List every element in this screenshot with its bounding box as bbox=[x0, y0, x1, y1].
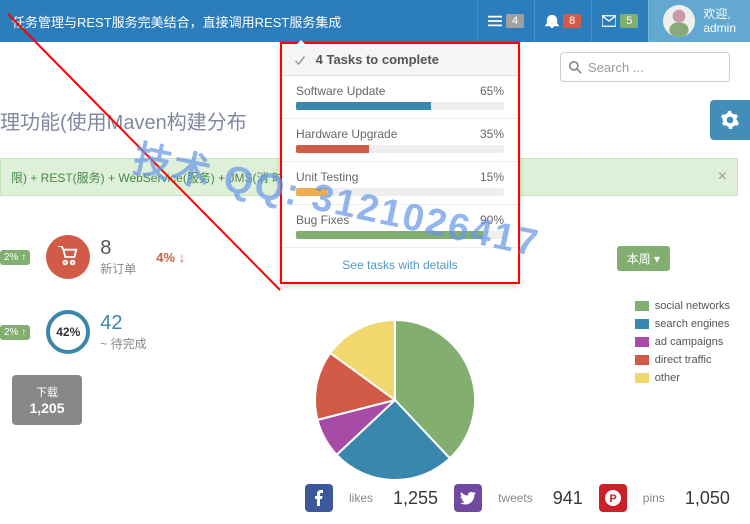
download-widget[interactable]: 下载 1,205 bbox=[12, 375, 82, 425]
legend-item: other bbox=[635, 372, 730, 384]
tasks-dropdown: 4 Tasks to complete Software Update 65% Ha… bbox=[280, 42, 520, 284]
pi-count: 1,050 bbox=[685, 488, 730, 509]
orders-label: 新订单 bbox=[100, 260, 136, 277]
svg-text:P: P bbox=[609, 493, 616, 505]
user-menu[interactable]: 欢迎, admin bbox=[648, 0, 750, 42]
tasks-header: 4 Tasks to complete bbox=[282, 44, 518, 76]
search-placeholder: Search ... bbox=[588, 60, 644, 75]
task-pct: 65% bbox=[480, 84, 504, 98]
search-icon bbox=[569, 61, 582, 74]
welcome-label: 欢迎, bbox=[703, 7, 736, 21]
user-text: 欢迎, admin bbox=[703, 7, 736, 35]
page-subtitle: 理功能(使用Maven构建分布 bbox=[0, 106, 247, 135]
task-pct: 90% bbox=[480, 213, 504, 227]
legend-item: social networks bbox=[635, 300, 730, 312]
pending-label: ~ 待完成 bbox=[100, 335, 146, 352]
cart-icon bbox=[46, 235, 90, 279]
task-pct: 15% bbox=[480, 170, 504, 184]
task-item[interactable]: Hardware Upgrade 35% bbox=[282, 119, 518, 162]
task-progress-bar bbox=[296, 188, 504, 196]
orders-info: 8 新订单 bbox=[100, 237, 136, 277]
orders-trend-badge: 2% ↑ bbox=[0, 250, 30, 265]
task-item[interactable]: Bug Fixes 90% bbox=[282, 205, 518, 248]
tech-alert-close[interactable]: × bbox=[718, 168, 727, 186]
dropdown-arrow bbox=[295, 40, 307, 46]
legend-item: ad campaigns bbox=[635, 336, 730, 348]
task-progress-bar bbox=[296, 102, 504, 110]
task-list: Software Update 65% Hardware Upgrade 35% Uni… bbox=[282, 76, 518, 248]
avatar bbox=[663, 5, 695, 37]
task-progress-bar bbox=[296, 145, 504, 153]
tasks-header-text: 4 Tasks to complete bbox=[316, 52, 439, 67]
top-navbar: 任务管理与REST服务完美结合，直接调用REST服务集成 4 8 5 欢迎, a… bbox=[0, 0, 750, 42]
pi-label: pins bbox=[643, 491, 665, 505]
topbar-icon-group: 4 8 5 bbox=[477, 0, 648, 42]
fb-label: likes bbox=[349, 491, 373, 505]
stat-pending: 2% ↑ 42% 42 ~ 待完成 bbox=[0, 310, 147, 354]
legend-item: search engines bbox=[635, 318, 730, 330]
notify-count-badge: 8 bbox=[563, 14, 581, 28]
tasks-footer-link[interactable]: See tasks with details bbox=[282, 248, 518, 282]
task-item[interactable]: Unit Testing 15% bbox=[282, 162, 518, 205]
mail-icon bbox=[602, 14, 616, 28]
download-label: 下载 bbox=[36, 384, 58, 400]
task-name: Hardware Upgrade bbox=[296, 127, 397, 141]
pending-trend-badge: 2% ↑ bbox=[0, 325, 30, 340]
tasks-count-badge: 4 bbox=[506, 14, 524, 28]
task-item[interactable]: Software Update 65% bbox=[282, 76, 518, 119]
tw-label: tweets bbox=[498, 491, 533, 505]
gear-icon bbox=[720, 110, 740, 130]
bell-icon bbox=[545, 14, 559, 28]
facebook-icon[interactable] bbox=[305, 484, 333, 512]
tasks-toggle[interactable]: 4 bbox=[477, 0, 534, 42]
legend-item: direct traffic bbox=[635, 354, 730, 366]
pending-number: 42 bbox=[100, 312, 146, 335]
task-progress-bar bbox=[296, 231, 504, 239]
task-name: Software Update bbox=[296, 84, 385, 98]
task-name: Bug Fixes bbox=[296, 213, 349, 227]
fb-count: 1,255 bbox=[393, 488, 438, 509]
check-icon bbox=[294, 55, 306, 67]
traffic-pie-chart bbox=[295, 300, 495, 500]
progress-ring: 42% bbox=[46, 310, 90, 354]
task-name: Unit Testing bbox=[296, 170, 358, 184]
chart-legend: social networks search engines ad campaign… bbox=[635, 300, 730, 390]
twitter-icon[interactable] bbox=[454, 484, 482, 512]
task-pct: 35% bbox=[480, 127, 504, 141]
notifications-toggle[interactable]: 8 bbox=[534, 0, 591, 42]
search-input[interactable]: Search ... bbox=[560, 52, 730, 82]
messages-toggle[interactable]: 5 bbox=[591, 0, 648, 42]
list-icon bbox=[488, 14, 502, 28]
social-stats: likes 1,255 tweets 941 P pins 1,050 bbox=[305, 484, 730, 512]
settings-button[interactable] bbox=[710, 100, 750, 140]
orders-down-trend: 4% ↓ bbox=[156, 250, 185, 265]
pinterest-icon[interactable]: P bbox=[599, 484, 627, 512]
pending-info: 42 ~ 待完成 bbox=[100, 312, 146, 352]
tw-count: 941 bbox=[553, 488, 583, 509]
app-title: 任务管理与REST服务完美结合，直接调用REST服务集成 bbox=[0, 12, 477, 31]
orders-number: 8 bbox=[100, 237, 136, 260]
week-select[interactable]: 本周 ▾ bbox=[617, 246, 670, 271]
mail-count-badge: 5 bbox=[620, 14, 638, 28]
username-label: admin bbox=[703, 21, 736, 35]
download-count: 1,205 bbox=[29, 400, 64, 416]
stat-orders: 2% ↑ 8 新订单 4% ↓ bbox=[0, 235, 185, 279]
